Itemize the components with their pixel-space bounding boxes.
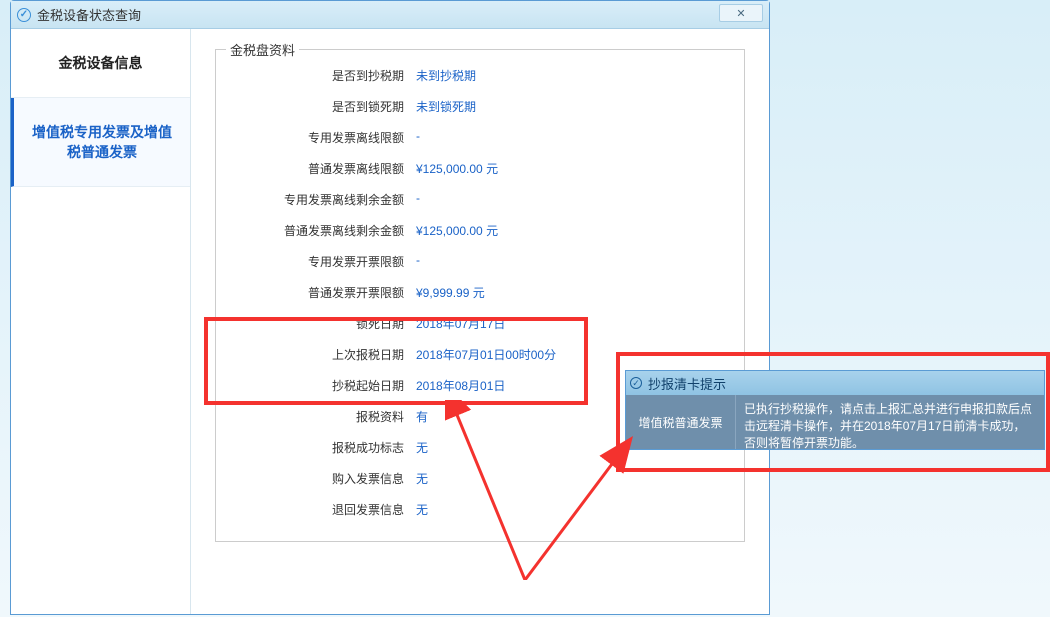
content-area: 金税盘资料 是否到抄税期未到抄税期 是否到锁死期未到锁死期 专用发票离线限额- … xyxy=(191,29,769,614)
row-returned-invoice: 退回发票信息无 xyxy=(216,494,744,525)
app-icon: ✓ xyxy=(17,8,31,22)
row-purchased-invoice: 购入发票信息无 xyxy=(216,463,744,494)
row-label: 抄税起始日期 xyxy=(216,377,416,394)
row-value: 未到锁死期 xyxy=(416,98,744,115)
row-label: 上次报税日期 xyxy=(216,346,416,363)
row-label: 普通发票离线限额 xyxy=(216,160,416,177)
row-label: 退回发票信息 xyxy=(216,501,416,518)
notice-popup: ✓ 抄报清卡提示 增值税普通发票 已执行抄税操作，请点击上报汇总并进行申报扣款后… xyxy=(625,370,1045,450)
row-value: ¥125,000.00 元 xyxy=(416,222,744,239)
row-value: 无 xyxy=(416,470,744,487)
row-special-invoice-limit: 专用发票开票限额- xyxy=(216,246,744,277)
row-tax-period: 是否到抄税期未到抄税期 xyxy=(216,60,744,91)
row-label: 锁死日期 xyxy=(216,315,416,332)
close-button[interactable]: ✕ xyxy=(719,4,763,22)
row-lock-date: 锁死日期2018年07月17日 xyxy=(216,308,744,339)
row-label: 普通发票离线剩余金额 xyxy=(216,222,416,239)
row-label: 购入发票信息 xyxy=(216,470,416,487)
popup-body: 增值税普通发票 已执行抄税操作，请点击上报汇总并进行申报扣款后点击远程清卡操作，… xyxy=(626,395,1044,449)
row-general-invoice-limit: 普通发票开票限额¥9,999.99 元 xyxy=(216,277,744,308)
row-label: 报税资料 xyxy=(216,408,416,425)
main-window: ✓ 金税设备状态查询 ✕ 金税设备信息 增值税专用发票及增值税普通发票 金税盘资… xyxy=(10,0,770,615)
main-body: 金税设备信息 增值税专用发票及增值税普通发票 金税盘资料 是否到抄税期未到抄税期… xyxy=(11,29,769,614)
row-label: 是否到抄税期 xyxy=(216,67,416,84)
row-special-offline-remain: 专用发票离线剩余金额- xyxy=(216,184,744,215)
row-value: 未到抄税期 xyxy=(416,67,744,84)
sidebar-item-vat-invoice[interactable]: 增值税专用发票及增值税普通发票 xyxy=(11,98,190,187)
popup-title-text: 抄报清卡提示 xyxy=(648,374,726,393)
popup-message: 已执行抄税操作，请点击上报汇总并进行申报扣款后点击远程清卡操作，并在2018年0… xyxy=(736,395,1044,449)
row-label: 专用发票离线剩余金额 xyxy=(216,191,416,208)
title-bar: ✓ 金税设备状态查询 ✕ xyxy=(11,1,769,29)
row-special-offline-limit: 专用发票离线限额- xyxy=(216,122,744,153)
tax-disk-fieldset: 金税盘资料 是否到抄税期未到抄税期 是否到锁死期未到锁死期 专用发票离线限额- … xyxy=(215,49,745,542)
row-label: 报税成功标志 xyxy=(216,439,416,456)
sidebar-item-device-info[interactable]: 金税设备信息 xyxy=(11,29,190,98)
row-value: 无 xyxy=(416,501,744,518)
window-title: 金税设备状态查询 xyxy=(37,5,141,24)
popup-title-bar: ✓ 抄报清卡提示 xyxy=(626,371,1044,395)
row-last-tax-date: 上次报税日期2018年07月01日00时00分 xyxy=(216,339,744,370)
row-value: 2018年07月01日00时00分 xyxy=(416,346,744,363)
row-value: - xyxy=(416,253,744,270)
row-general-offline-limit: 普通发票离线限额¥125,000.00 元 xyxy=(216,153,744,184)
row-value: - xyxy=(416,191,744,208)
popup-icon: ✓ xyxy=(630,377,642,389)
row-value: - xyxy=(416,129,744,146)
row-value: ¥9,999.99 元 xyxy=(416,284,744,301)
row-label: 专用发票离线限额 xyxy=(216,129,416,146)
sidebar: 金税设备信息 增值税专用发票及增值税普通发票 xyxy=(11,29,191,614)
row-value: 2018年07月17日 xyxy=(416,315,744,332)
row-lock-period: 是否到锁死期未到锁死期 xyxy=(216,91,744,122)
row-general-offline-remain: 普通发票离线剩余金额¥125,000.00 元 xyxy=(216,215,744,246)
row-label: 是否到锁死期 xyxy=(216,98,416,115)
fieldset-legend: 金税盘资料 xyxy=(226,40,299,59)
row-label: 普通发票开票限额 xyxy=(216,284,416,301)
row-label: 专用发票开票限额 xyxy=(216,253,416,270)
row-value: ¥125,000.00 元 xyxy=(416,160,744,177)
popup-invoice-type: 增值税普通发票 xyxy=(626,395,736,449)
